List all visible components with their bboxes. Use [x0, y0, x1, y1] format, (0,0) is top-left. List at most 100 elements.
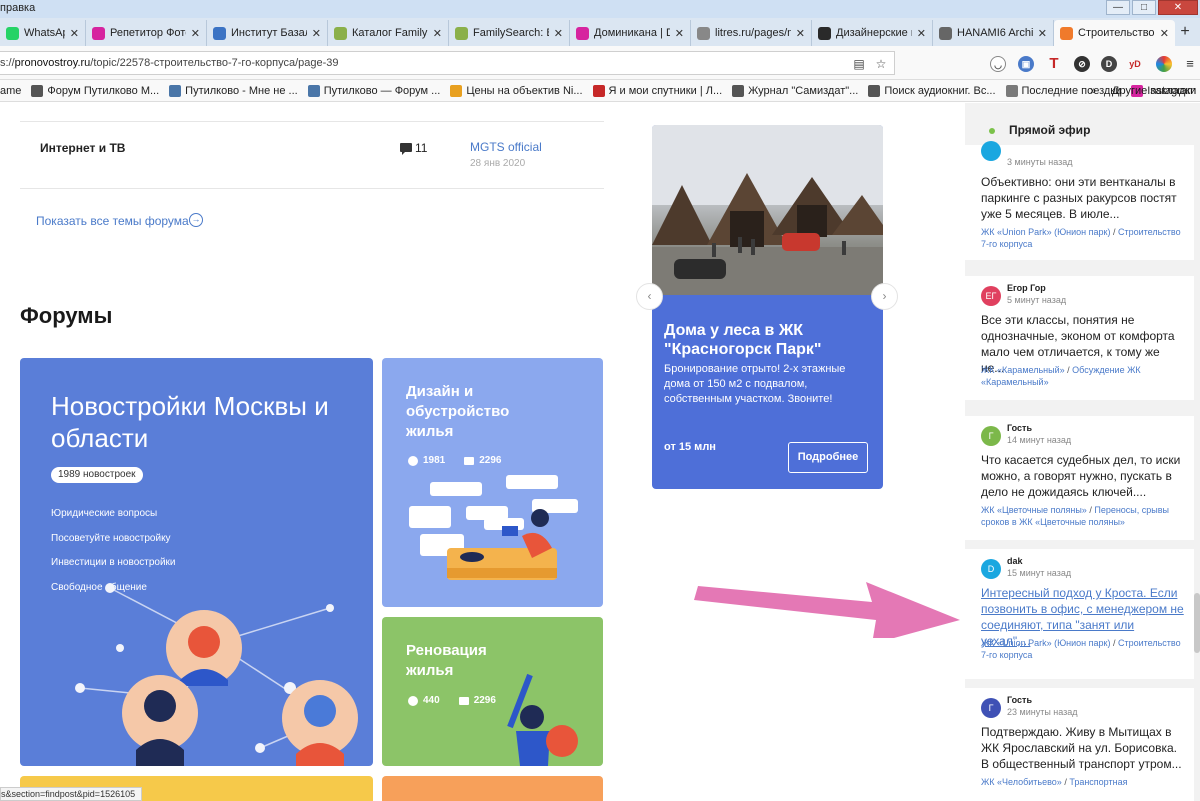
bookmark-item[interactable]: Путилково — Форум ... [307, 84, 441, 97]
post-text[interactable]: Что касается судебных дел, то иски можно… [981, 452, 1186, 500]
close-tab-icon[interactable]: ✕ [1038, 27, 1047, 40]
browser-tab[interactable]: Репетитор Фотогр ✕ [86, 20, 207, 46]
close-tab-icon[interactable]: ✕ [70, 27, 79, 40]
bookmark-item[interactable]: ame [0, 85, 21, 97]
avatar[interactable] [981, 141, 1001, 161]
bookmark-item[interactable]: Форум Путилково М... [31, 84, 159, 97]
chevron-left-icon[interactable]: ‹ [636, 283, 663, 310]
menu-icon[interactable]: ≡ [1182, 56, 1198, 72]
color-picker-icon[interactable] [1156, 56, 1172, 72]
pocket-icon[interactable]: ◡ [990, 56, 1006, 72]
feed-post[interactable]: Г Гость 14 минут назад Что касается судебны… [965, 416, 1200, 540]
shield-icon [213, 26, 226, 40]
bookmark-star-icon[interactable]: ☆ [874, 57, 888, 71]
bookmark-label: Путилково — Форум ... [323, 84, 441, 97]
post-time: 23 минуты назад [1007, 707, 1078, 717]
samizdat-icon [732, 84, 745, 97]
d-extension-icon[interactable]: D [1101, 56, 1117, 72]
forum-card-renovation[interactable]: Реновация жилья 440 2296 [382, 617, 603, 766]
post-time: 15 минут назад [1007, 568, 1072, 578]
post-text[interactable]: Подтверждаю. Живу в Мытищах в ЖК Ярослав… [981, 724, 1186, 772]
url-field[interactable]: s://pronovostroy.ru/topic/22578-строител… [0, 51, 895, 75]
minimize-button[interactable]: — [1106, 0, 1130, 15]
translate-t-icon[interactable]: T [1046, 56, 1062, 72]
post-author[interactable]: Гость [1007, 695, 1032, 705]
ad-details-button[interactable]: Подробнее [788, 442, 868, 473]
ad-title: Дома у леса в ЖК "Красногорск Парк" [664, 322, 822, 358]
arrow-right-circle-icon[interactable]: → [189, 213, 203, 227]
forum-card-design[interactable]: Дизайн и обустройство жилья 1981 2296 [382, 358, 603, 607]
avatar[interactable]: ЕГ [981, 286, 1001, 306]
bookmark-item[interactable]: Последние поездки [1005, 84, 1121, 97]
bookmark-item[interactable]: Поиск аудиокниг. Вс... [868, 84, 996, 97]
close-tab-icon[interactable]: ✕ [433, 27, 442, 40]
browser-tab[interactable]: litres.ru/pages/my ✕ [691, 20, 812, 46]
reader-mode-icon[interactable]: ▤ [852, 57, 866, 71]
window-title: правка [0, 2, 36, 14]
avatar[interactable]: D [981, 559, 1001, 579]
tab-label: Доминикана | Dor [594, 27, 670, 39]
post-author[interactable]: Егор Гор [1007, 283, 1046, 293]
post-project-link[interactable]: ЖК «Union Park» (Юнион парк) [981, 227, 1110, 237]
close-tab-icon[interactable]: ✕ [675, 27, 684, 40]
bookmark-label: Путилково - Мне не ... [185, 84, 298, 97]
scrollbar-thumb[interactable] [1194, 593, 1200, 653]
browser-tab[interactable]: Строительство 7- ✕ [1054, 20, 1175, 46]
browser-tab[interactable]: Каталог FamilySea ✕ [328, 20, 449, 46]
feed-post[interactable]: Ddak 15 минут назад Интересный подход у Кр… [965, 549, 1200, 679]
other-bookmarks-folder[interactable]: Другие закладки [1112, 85, 1196, 97]
browser-tab[interactable]: Институт Базальн ✕ [207, 20, 328, 46]
browser-tab[interactable]: Доминикана | Dor ✕ [570, 20, 691, 46]
close-tab-icon[interactable]: ✕ [917, 27, 926, 40]
post-project-link[interactable]: ЖК «Челобитьево» [981, 777, 1062, 787]
post-project-link[interactable]: ЖК «Union Park» (Юнион парк) [981, 638, 1110, 648]
new-tab-button[interactable]: + [1175, 20, 1195, 46]
bookmark-item[interactable]: Журнал "Самиздат"... [732, 84, 858, 97]
house-photo-illustration [652, 125, 883, 295]
browser-tab[interactable]: HANAMI6 Archivi ✕ [933, 20, 1054, 46]
post-author[interactable]: dak [1007, 556, 1023, 566]
page-icon [697, 26, 710, 40]
feed-post[interactable]: ЕГ Егор Гор 5 минут назад Все эти классы, п… [965, 276, 1200, 400]
close-tab-icon[interactable]: ✕ [312, 27, 321, 40]
pencil-icon [450, 84, 463, 97]
window-controls: — □ ✕ [1106, 0, 1198, 16]
tree-icon [455, 26, 468, 40]
post-project-link[interactable]: ЖК «Карамельный» [981, 365, 1065, 375]
scrollbar-track[interactable] [1194, 103, 1200, 801]
chevron-right-icon[interactable]: › [871, 283, 898, 310]
feed-post[interactable]: 3 минуты назад Объективно: они эти вентка… [965, 141, 1200, 260]
post-project-link[interactable]: ЖК «Цветочные поляны» [981, 505, 1087, 515]
post-author[interactable]: Гость [1007, 423, 1032, 433]
avatar[interactable]: Г [981, 698, 1001, 718]
browser-tab[interactable]: FamilySearch: Вой ✕ [449, 20, 570, 46]
post-text[interactable]: Объективно: они эти вентканалы в паркинг… [981, 174, 1186, 222]
status-bar-url: s&section=findpost&pid=1526105 [0, 787, 143, 801]
instagram-icon [92, 26, 105, 40]
link-extension-icon[interactable]: ⊘ [1074, 56, 1090, 72]
close-tab-icon[interactable]: ✕ [554, 27, 563, 40]
topic-title[interactable]: Интернет и ТВ [40, 141, 125, 155]
forum-card-partial-orange[interactable] [382, 776, 603, 801]
close-window-button[interactable]: ✕ [1158, 0, 1198, 15]
show-all-topics-link[interactable]: Показать все темы форума [36, 214, 189, 228]
bookmark-item[interactable]: Я и мои спутники | Л... [592, 84, 722, 97]
browser-tab[interactable]: Дизайнерские инт ✕ [812, 20, 933, 46]
topic-last-author[interactable]: MGTS official [470, 140, 542, 154]
bookmark-item[interactable]: Путилково - Мне не ... [169, 84, 298, 97]
forum-card-new-buildings[interactable]: Новостройки Москвы и области 1989 новост… [20, 358, 373, 766]
browser-tab[interactable]: WhatsApp ✕ [0, 20, 86, 46]
yd-extension-icon[interactable]: yD [1127, 56, 1143, 72]
bookmark-item[interactable]: Цены на объектив Ni... [450, 84, 583, 97]
post-tags: ЖК «Челобитьево» / Транспортная [981, 776, 1186, 788]
bookmarks-overflow-chevron[interactable]: » [1090, 85, 1096, 97]
feed-post[interactable]: Г Гость 23 минуты назад Подтверждаю. Живу в… [965, 688, 1200, 801]
close-tab-icon[interactable]: ✕ [796, 27, 805, 40]
screenshot-extension-icon[interactable]: ▣ [1018, 56, 1034, 72]
maximize-button[interactable]: □ [1132, 0, 1156, 15]
close-tab-icon[interactable]: ✕ [191, 27, 200, 40]
post-topic-link[interactable]: Транспортная [1069, 777, 1127, 787]
close-tab-icon[interactable]: ✕ [1160, 27, 1169, 40]
avatar[interactable]: Г [981, 426, 1001, 446]
advertisement-card[interactable]: Дома у леса в ЖК "Красногорск Парк" Брон… [652, 125, 883, 489]
